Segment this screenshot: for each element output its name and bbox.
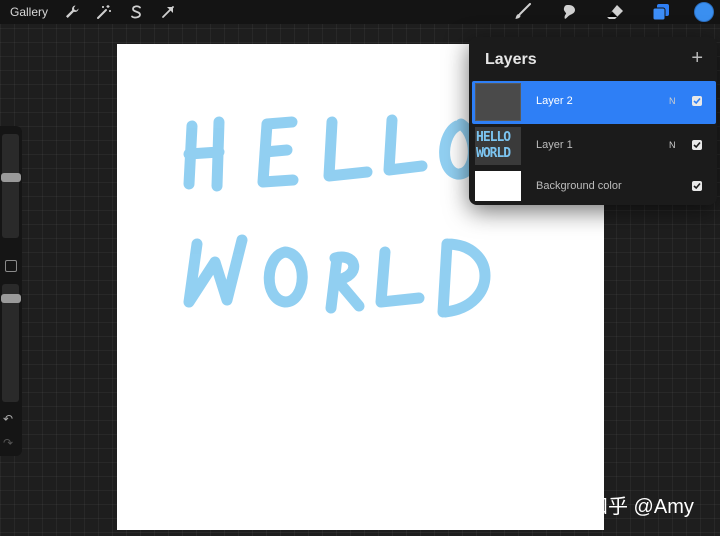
blend-mode-button[interactable]: N: [669, 96, 676, 106]
layers-panel-title: Layers: [485, 51, 537, 68]
opacity-slider-thumb[interactable]: [1, 294, 21, 303]
redo-icon[interactable]: ↷: [3, 436, 13, 450]
watermark: 知乎 @Amy: [588, 496, 694, 518]
layer-row-layer-2[interactable]: Layer 2 N: [472, 81, 716, 124]
wrench-icon[interactable]: [62, 2, 82, 22]
layers-panel: Layers + Layer 2 N HELLO WORLD Layer 1 N…: [469, 37, 717, 205]
layer-thumbnail: HELLO WORLD: [475, 127, 521, 165]
layers-icon[interactable]: [650, 1, 672, 23]
magic-wand-icon[interactable]: [94, 2, 114, 22]
left-sidebar: ↶ ↷: [0, 126, 22, 456]
selection-icon[interactable]: [126, 2, 146, 22]
right-toolbar: [488, 0, 720, 24]
visibility-checkbox[interactable]: [692, 140, 702, 150]
top-toolbar: Gallery: [0, 0, 720, 24]
smudge-icon[interactable]: [558, 1, 580, 23]
layer-thumbnail: [475, 83, 521, 121]
brush-size-slider-thumb[interactable]: [1, 173, 21, 182]
blend-mode-button[interactable]: N: [669, 140, 676, 150]
eraser-icon[interactable]: [604, 1, 626, 23]
layer-name: Layer 1: [536, 139, 573, 151]
visibility-checkbox[interactable]: [692, 96, 702, 106]
layer-row-background-color[interactable]: Background color: [472, 165, 716, 208]
layer-name: Layer 2: [536, 95, 573, 107]
undo-icon[interactable]: ↶: [3, 412, 13, 426]
layer-row-layer-1[interactable]: HELLO WORLD Layer 1 N: [472, 125, 716, 168]
transform-arrow-icon[interactable]: [158, 2, 178, 22]
modify-button[interactable]: [5, 260, 17, 272]
layer-name: Background color: [536, 180, 622, 192]
visibility-checkbox[interactable]: [692, 181, 702, 191]
background-color-swatch: [475, 171, 521, 201]
color-picker-button[interactable]: [694, 2, 714, 22]
plus-icon[interactable]: +: [691, 47, 703, 70]
gallery-button[interactable]: Gallery: [10, 5, 48, 19]
brush-icon[interactable]: [512, 1, 534, 23]
thumbnail-text-line-2: WORLD: [476, 146, 511, 161]
brush-size-slider[interactable]: [2, 134, 19, 238]
thumbnail-text-line-1: HELLO: [476, 130, 511, 145]
